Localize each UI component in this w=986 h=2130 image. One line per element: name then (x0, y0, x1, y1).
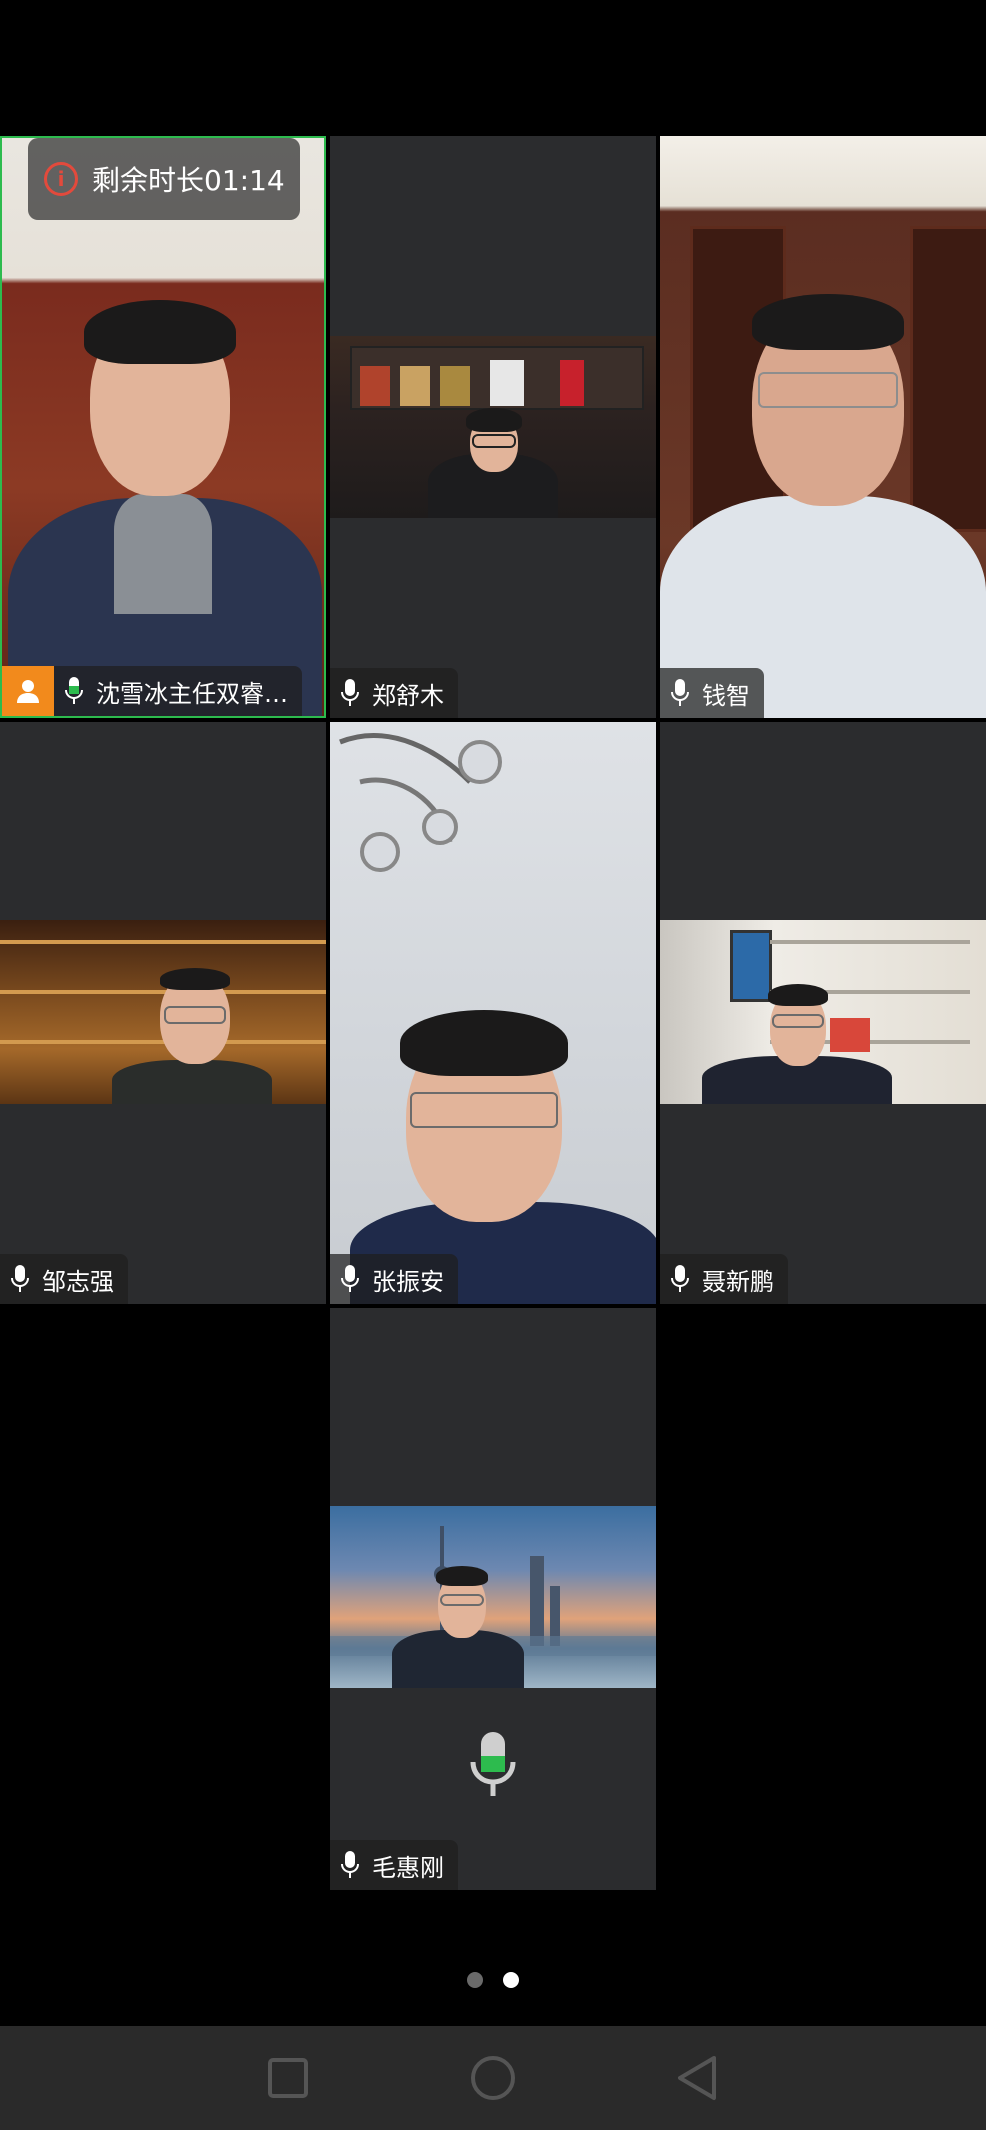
participant-avatar-image (330, 1506, 656, 1688)
participant-video (330, 722, 656, 1304)
participant-name: 钱智 (702, 681, 750, 710)
remaining-time-text: 剩余时长01:14 (92, 164, 285, 197)
page-dot-current[interactable] (503, 1972, 519, 1988)
participant-video (660, 136, 986, 718)
video-tile-qian[interactable]: 钱智 (660, 136, 986, 718)
participant-name: 聂新鹏 (702, 1267, 774, 1296)
participant-video (660, 920, 986, 1104)
system-navigation-bar (0, 2026, 986, 2130)
participant-name-bar: 钱智 (660, 668, 764, 718)
video-tile-nie[interactable]: 聂新鹏 (660, 722, 986, 1304)
participant-name-bar: 郑舒木 (330, 668, 458, 718)
remaining-time-badge: i 剩余时长01:14 (28, 138, 300, 220)
participant-name-bar: 沈雪冰主任双睿… (54, 666, 302, 716)
microphone-icon (470, 1732, 516, 1796)
participant-video (330, 336, 656, 518)
back-triangle-icon[interactable] (670, 2050, 726, 2106)
info-icon: i (44, 162, 78, 196)
microphone-icon (671, 1265, 689, 1292)
participant-video (0, 920, 326, 1104)
microphone-icon (341, 1265, 359, 1292)
participant-name: 沈雪冰主任双睿… (96, 679, 288, 708)
participant-name: 郑舒木 (372, 681, 444, 710)
video-tile-zhang[interactable]: 张振安 (330, 722, 656, 1304)
host-badge (2, 666, 54, 716)
participant-video (2, 138, 324, 716)
microphone-icon (11, 1265, 29, 1292)
person-icon (17, 680, 39, 703)
participant-name: 邹志强 (42, 1267, 114, 1296)
participant-name-bar: 毛惠刚 (330, 1840, 458, 1890)
microphone-icon (65, 677, 83, 704)
participant-name: 张振安 (372, 1267, 444, 1296)
video-tile-zou[interactable]: 邹志强 (0, 722, 326, 1304)
page-indicator[interactable] (0, 1972, 986, 1988)
video-tile-shen[interactable]: 沈雪冰主任双睿… (0, 136, 326, 718)
microphone-icon (671, 679, 689, 706)
page-dot[interactable] (467, 1972, 483, 1988)
participant-name-bar: 张振安 (330, 1254, 458, 1304)
participant-name: 毛惠刚 (372, 1853, 444, 1882)
video-tile-mao[interactable]: 毛惠刚 (330, 1308, 656, 1890)
participant-name-bar: 邹志强 (0, 1254, 128, 1304)
home-circle-icon[interactable] (465, 2050, 521, 2106)
video-tile-zheng[interactable]: 郑舒木 (330, 136, 656, 718)
microphone-icon (341, 679, 359, 706)
microphone-icon (341, 1851, 359, 1878)
chandelier (339, 733, 502, 872)
participant-name-bar: 聂新鹏 (660, 1254, 788, 1304)
recents-square-icon[interactable] (260, 2050, 316, 2106)
